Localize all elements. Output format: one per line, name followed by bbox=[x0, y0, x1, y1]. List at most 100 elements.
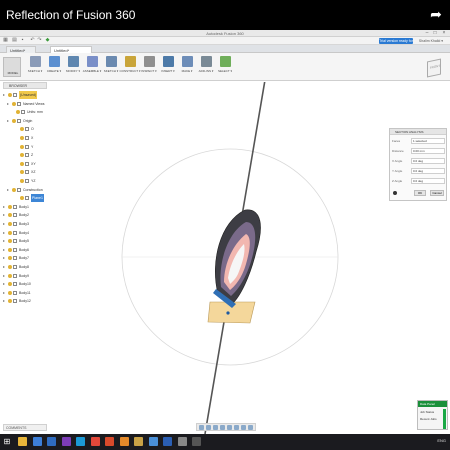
visibility-icon[interactable] bbox=[8, 273, 12, 278]
workspace-switcher[interactable]: MODEL bbox=[3, 57, 21, 77]
display-settings-icon[interactable] bbox=[234, 425, 239, 430]
settings-icon[interactable] bbox=[177, 437, 187, 446]
terminal-icon[interactable] bbox=[192, 437, 201, 446]
fusion-model[interactable] bbox=[207, 209, 261, 324]
share-icon[interactable]: ➦ bbox=[428, 6, 444, 22]
visibility-icon[interactable] bbox=[20, 136, 24, 140]
info-icon[interactable] bbox=[393, 191, 397, 195]
viewcube[interactable]: FRONT bbox=[427, 58, 441, 78]
look-at-icon[interactable] bbox=[206, 425, 211, 430]
visibility-icon[interactable] bbox=[12, 187, 16, 192]
comments-panel[interactable]: COMMENTS bbox=[3, 424, 47, 431]
visibility-icon[interactable] bbox=[20, 179, 24, 183]
redo-icon[interactable]: ↷ bbox=[37, 38, 42, 43]
save-icon[interactable]: ▪ bbox=[20, 38, 25, 43]
expand-arrow-icon[interactable]: ▸ bbox=[3, 272, 7, 280]
visibility-icon[interactable] bbox=[8, 239, 12, 244]
file-explorer-icon[interactable] bbox=[18, 437, 27, 446]
extensions-icon[interactable]: ◆ bbox=[45, 38, 50, 43]
expand-arrow-icon[interactable]: ▸ bbox=[7, 186, 11, 194]
start-icon[interactable]: ⊞ bbox=[2, 437, 12, 447]
visibility-icon[interactable] bbox=[8, 299, 12, 304]
visibility-icon[interactable] bbox=[12, 118, 16, 123]
expand-arrow-icon[interactable]: ▸ bbox=[3, 91, 7, 99]
visibility-icon[interactable] bbox=[8, 265, 12, 269]
viewports-icon[interactable] bbox=[248, 425, 253, 430]
toolbar-group-1[interactable]: CREATE ▾ bbox=[45, 56, 63, 78]
expand-arrow-icon[interactable]: ▸ bbox=[3, 297, 7, 305]
expand-arrow-icon[interactable]: ▸ bbox=[3, 220, 7, 228]
expand-arrow-icon[interactable]: ▸ bbox=[3, 211, 7, 219]
visibility-icon[interactable] bbox=[8, 282, 12, 287]
visibility-icon[interactable] bbox=[20, 161, 24, 166]
expand-arrow-icon[interactable]: ▸ bbox=[3, 237, 7, 245]
store-icon[interactable] bbox=[47, 437, 56, 446]
close-icon[interactable]: × bbox=[441, 30, 447, 37]
expand-arrow-icon[interactable]: ▸ bbox=[7, 100, 11, 108]
toolbar-group-5[interactable]: CONSTRUCT ▾ bbox=[119, 56, 141, 78]
fit-icon[interactable] bbox=[227, 425, 232, 430]
visibility-icon[interactable] bbox=[20, 127, 24, 132]
visibility-icon[interactable] bbox=[8, 256, 12, 261]
toolbar-group-2[interactable]: MODIFY ▾ bbox=[64, 56, 82, 78]
toolbar-group-0[interactable]: SKETCH ▾ bbox=[26, 56, 44, 78]
visibility-icon[interactable] bbox=[20, 170, 24, 175]
expand-arrow-icon[interactable]: ▸ bbox=[3, 246, 7, 254]
trial-button[interactable]: Trial version ready for 30 days bbox=[379, 38, 413, 49]
pan-icon[interactable] bbox=[213, 425, 218, 430]
user-menu[interactable]: Shalim Khalid ▾ bbox=[415, 38, 447, 44]
visibility-icon[interactable] bbox=[20, 144, 24, 149]
toolbar-group-4[interactable]: SKETCH ▾ bbox=[102, 56, 120, 78]
ok-button[interactable]: OK bbox=[414, 190, 426, 196]
fusion-icon[interactable] bbox=[119, 437, 129, 446]
toolbar-group-9[interactable]: ADD-INS ▾ bbox=[197, 56, 215, 78]
viewport-canvas[interactable] bbox=[50, 82, 438, 434]
word-icon[interactable] bbox=[163, 437, 172, 446]
toolbar-group-7[interactable]: INSERT ▾ bbox=[159, 56, 177, 78]
expand-arrow-icon[interactable]: ▸ bbox=[3, 263, 7, 271]
media-icon[interactable] bbox=[105, 437, 114, 446]
expand-arrow-icon[interactable]: ▸ bbox=[3, 203, 7, 211]
expand-arrow-icon[interactable]: ▸ bbox=[7, 117, 11, 125]
folder-icon[interactable] bbox=[134, 437, 143, 446]
toolbar-group-3[interactable]: ASSEMBLE ▾ bbox=[83, 56, 101, 78]
minimize-icon[interactable]: – bbox=[424, 30, 430, 37]
visibility-icon[interactable] bbox=[8, 290, 12, 295]
expand-arrow-icon[interactable]: ▸ bbox=[3, 289, 7, 297]
orbit-icon[interactable] bbox=[199, 425, 204, 430]
visibility-icon[interactable] bbox=[8, 213, 12, 218]
skype-icon[interactable] bbox=[76, 437, 85, 446]
y-angle-field[interactable]: 0.0 deg bbox=[411, 168, 445, 174]
distance-field[interactable]: 0.00 mm bbox=[411, 148, 445, 154]
visibility-icon[interactable] bbox=[8, 247, 12, 252]
visual-studio-icon[interactable] bbox=[61, 437, 71, 446]
data-panel-icon[interactable]: ▦ bbox=[3, 38, 8, 43]
visibility-icon[interactable] bbox=[16, 110, 20, 115]
visibility-icon[interactable] bbox=[8, 204, 12, 209]
zoom-icon[interactable] bbox=[220, 425, 225, 430]
tab-untitled[interactable]: Untitled* bbox=[50, 46, 92, 53]
expand-arrow-icon[interactable]: ▸ bbox=[3, 254, 7, 262]
expand-arrow-icon[interactable]: ▸ bbox=[3, 229, 7, 237]
undo-icon[interactable]: ↶ bbox=[30, 38, 35, 43]
photos-icon[interactable] bbox=[148, 437, 158, 446]
toolbar-group-10[interactable]: SELECT ▾ bbox=[216, 56, 234, 78]
expand-arrow-icon[interactable]: ▸ bbox=[3, 280, 7, 288]
visibility-icon[interactable] bbox=[8, 230, 12, 235]
z-angle-field[interactable]: 0.0 deg bbox=[411, 178, 445, 184]
faces-field[interactable]: 1 selected bbox=[411, 138, 445, 144]
visibility-icon[interactable] bbox=[20, 153, 24, 158]
visibility-icon[interactable] bbox=[8, 222, 12, 226]
browser-icon[interactable] bbox=[32, 437, 42, 446]
x-angle-field[interactable]: 0.0 deg bbox=[411, 158, 445, 164]
toolbar-group-6[interactable]: INSPECT ▾ bbox=[140, 56, 158, 78]
file-icon[interactable]: ▤ bbox=[12, 38, 17, 43]
toolbar-group-8[interactable]: MAKE ▾ bbox=[178, 56, 196, 78]
visibility-icon[interactable] bbox=[8, 93, 12, 97]
cancel-button[interactable]: Cancel bbox=[430, 190, 444, 196]
chrome-icon[interactable] bbox=[90, 437, 100, 446]
visibility-icon[interactable] bbox=[12, 101, 16, 106]
browser-header[interactable]: BROWSER bbox=[3, 82, 47, 89]
grid-settings-icon[interactable] bbox=[241, 425, 246, 430]
visibility-icon[interactable] bbox=[20, 196, 24, 201]
